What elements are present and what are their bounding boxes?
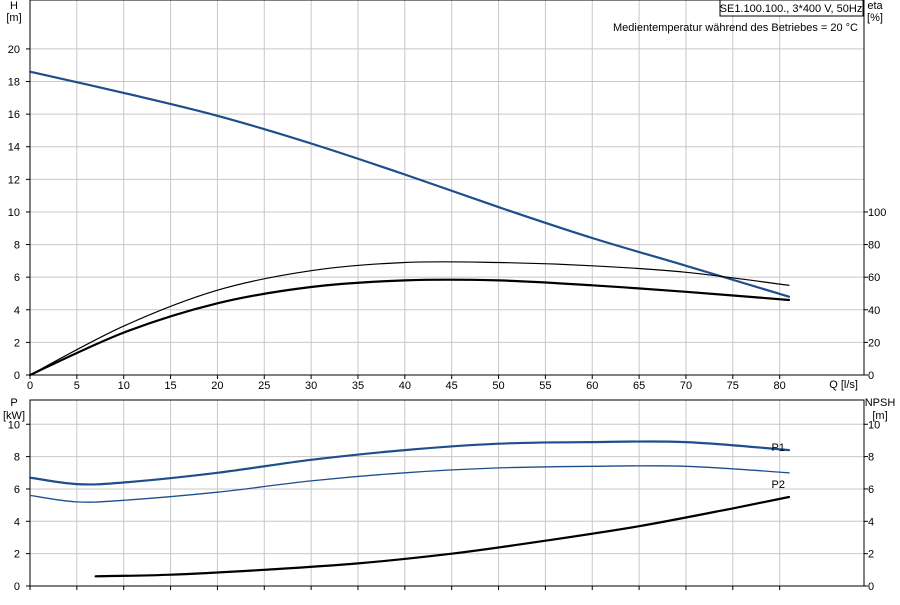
y-tick-label-h: 2 bbox=[14, 337, 20, 349]
x-tick-label-q: 70 bbox=[680, 380, 692, 392]
y-tick-label-h: 10 bbox=[8, 207, 20, 219]
y-tick-label-eta: 100 bbox=[868, 207, 886, 219]
y-tick-label-eta: 40 bbox=[868, 305, 880, 317]
x-tick-label-q: 20 bbox=[211, 380, 223, 392]
x-tick-label-q: 25 bbox=[258, 380, 270, 392]
x-tick-label-q: 40 bbox=[399, 380, 411, 392]
y-tick-label-eta: 60 bbox=[868, 272, 880, 284]
curve-npsh bbox=[94, 495, 791, 578]
x-tick-label-q: 50 bbox=[492, 380, 504, 392]
x-tick-label-q: 45 bbox=[446, 380, 458, 392]
y-tick-label-h: 12 bbox=[8, 174, 20, 186]
x-tick-label-q: 75 bbox=[727, 380, 739, 392]
y-tick-label-p: 8 bbox=[14, 452, 20, 464]
y-tick-label-h: 8 bbox=[14, 240, 20, 252]
curve-efficiency-eta-thin bbox=[29, 261, 790, 376]
curve-power-p2 bbox=[29, 465, 790, 503]
y-tick-label-p: 0 bbox=[14, 581, 20, 593]
y-tick-label-eta: 80 bbox=[868, 240, 880, 252]
y-tick-label-p: 6 bbox=[14, 484, 20, 496]
x-tick-label-q: 60 bbox=[586, 380, 598, 392]
y-tick-label-npsh: 2 bbox=[868, 549, 874, 561]
x-tick-label-q: 65 bbox=[633, 380, 645, 392]
chart-canvas: 024681012141618200204060801000 5 10 15 20 25 3… bbox=[3, 0, 896, 593]
curve-efficiency-eta-thick bbox=[28, 278, 791, 377]
curve-head-h bbox=[28, 70, 791, 298]
axis-title-npsh: NPSH bbox=[865, 397, 896, 409]
x-tick-label-q: 0 bbox=[27, 380, 33, 392]
axis-unit-p: [kW] bbox=[3, 410, 25, 422]
axis-unit-eta: [%] bbox=[867, 12, 883, 24]
x-tick-label-q: 80 bbox=[774, 380, 786, 392]
series-label-p2: P2 bbox=[772, 479, 785, 491]
axis-unit-npsh: [m] bbox=[872, 410, 887, 422]
y-tick-label-npsh: 6 bbox=[868, 484, 874, 496]
chart-title: SE1.100.100., 3*400 V, 50Hz bbox=[720, 3, 863, 15]
x-tick-label-q: 30 bbox=[305, 380, 317, 392]
y-tick-label-npsh: 4 bbox=[868, 516, 874, 528]
axis-title-p: P bbox=[10, 397, 17, 409]
pump-performance-chart: 0 2 4 6 8 10 12 14 16 18 20 0 20 40 60 80 100 0 5 10 15 20 25 3… bbox=[0, 0, 900, 600]
x-tick-label-q: 35 bbox=[352, 380, 364, 392]
x-tick-label-q: 5 bbox=[74, 380, 80, 392]
y-tick-label-h: 4 bbox=[14, 305, 20, 317]
y-tick-label-eta: 0 bbox=[868, 370, 874, 382]
y-tick-label-h: 16 bbox=[8, 109, 20, 121]
y-tick-label-h: 14 bbox=[8, 142, 20, 154]
y-tick-label-npsh: 8 bbox=[868, 452, 874, 464]
y-tick-label-h: 6 bbox=[14, 272, 20, 284]
axis-title-h: H bbox=[10, 0, 18, 12]
y-tick-label-npsh: 0 bbox=[868, 581, 874, 593]
y-tick-label-h: 0 bbox=[14, 370, 20, 382]
x-tick-label-q: 55 bbox=[539, 380, 551, 392]
lower-plot-frame bbox=[29, 399, 865, 587]
y-tick-label-h: 20 bbox=[8, 44, 20, 56]
y-tick-label-p: 4 bbox=[14, 516, 20, 528]
curve-power-p1 bbox=[28, 440, 791, 486]
series-label-p1: P1 bbox=[772, 442, 785, 454]
y-tick-label-p: 2 bbox=[14, 549, 20, 561]
y-tick-label-h: 18 bbox=[8, 77, 20, 89]
axis-unit-h: [m] bbox=[6, 12, 21, 24]
axis-title-q: Q [l/s] bbox=[829, 379, 858, 391]
axis-title-eta: eta bbox=[867, 0, 883, 12]
x-tick-label-q: 10 bbox=[118, 380, 130, 392]
chart-subtitle: Medientemperatur während des Betriebes =… bbox=[613, 22, 858, 34]
y-tick-label-eta: 20 bbox=[868, 337, 880, 349]
upper-plot-frame bbox=[29, 0, 865, 376]
x-tick-label-q: 15 bbox=[164, 380, 176, 392]
